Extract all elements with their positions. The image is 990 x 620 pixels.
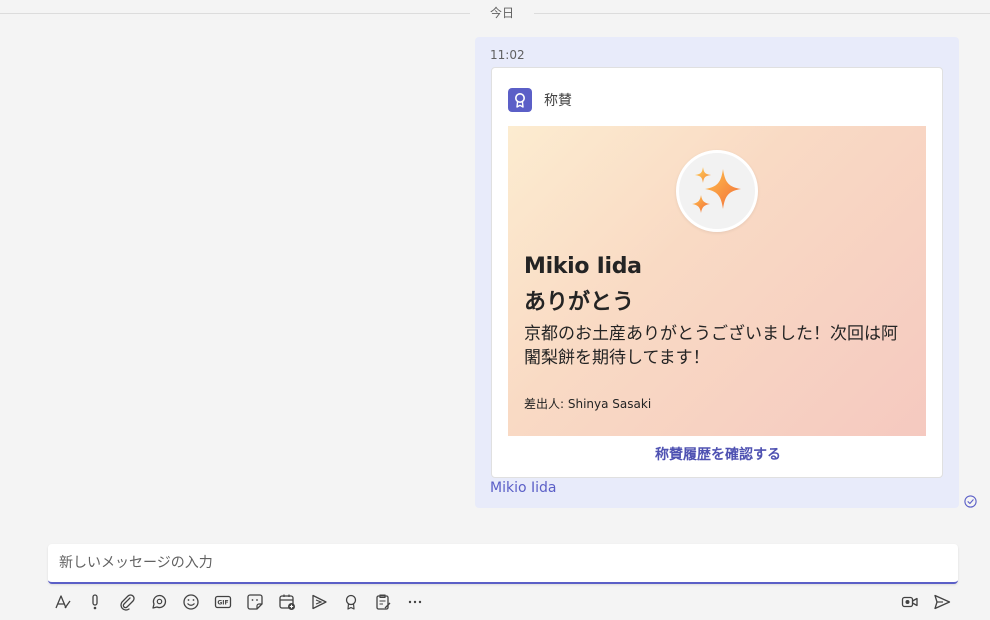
- user-mention[interactable]: Mikio Iida: [490, 480, 556, 496]
- approvals-icon[interactable]: [371, 590, 395, 614]
- card-header: 称賛: [508, 88, 572, 112]
- praise-message: 京都のお土産ありがとうございました！次回は阿闍梨餅を期待してます！: [524, 324, 898, 368]
- sparkle-icon: [676, 150, 758, 232]
- date-divider: 今日: [0, 0, 990, 26]
- praise-history-link[interactable]: 称賛履歴を確認する: [492, 444, 944, 464]
- compose-box[interactable]: [48, 544, 958, 584]
- gif-icon[interactable]: GIF: [211, 590, 235, 614]
- praise-icon[interactable]: [339, 590, 363, 614]
- sender-line: 差出人: Shinya Sasaki: [524, 397, 652, 411]
- compose-toolbar: GIF: [50, 590, 960, 614]
- loop-icon[interactable]: [147, 590, 171, 614]
- recipient-name: Mikio Iida: [524, 254, 642, 279]
- praise-hero: Mikio Iida ありがとう 京都のお土産ありがとうございました！次回は阿闍…: [508, 126, 926, 436]
- format-icon[interactable]: [51, 590, 75, 614]
- message-bubble[interactable]: 11:02 称賛 Mikio Iida ありがとう 京都のお土産ありがとうござい…: [475, 37, 959, 508]
- stream-icon[interactable]: [307, 590, 331, 614]
- message-input[interactable]: [59, 552, 939, 574]
- send-icon[interactable]: [930, 590, 954, 614]
- emoji-icon[interactable]: [179, 590, 203, 614]
- read-receipt-icon: [964, 495, 977, 508]
- praise-badge-icon: [508, 88, 532, 112]
- card-title: 称賛: [544, 93, 572, 109]
- video-clip-icon[interactable]: [898, 590, 922, 614]
- message-timestamp: 11:02: [490, 48, 525, 62]
- praise-card: 称賛 Mikio Iida ありがとう 京都のお土産ありがとうございました！次回…: [491, 67, 943, 478]
- date-label: 今日: [489, 6, 514, 20]
- attach-icon[interactable]: [115, 590, 139, 614]
- schedule-meeting-icon[interactable]: [275, 590, 299, 614]
- sticker-icon[interactable]: [243, 590, 267, 614]
- divider-line: [0, 13, 470, 14]
- important-icon[interactable]: [83, 590, 107, 614]
- svg-text:GIF: GIF: [217, 600, 228, 607]
- thanks-heading: ありがとう: [524, 290, 635, 315]
- divider-line: [534, 13, 990, 14]
- more-icon[interactable]: [403, 590, 427, 614]
